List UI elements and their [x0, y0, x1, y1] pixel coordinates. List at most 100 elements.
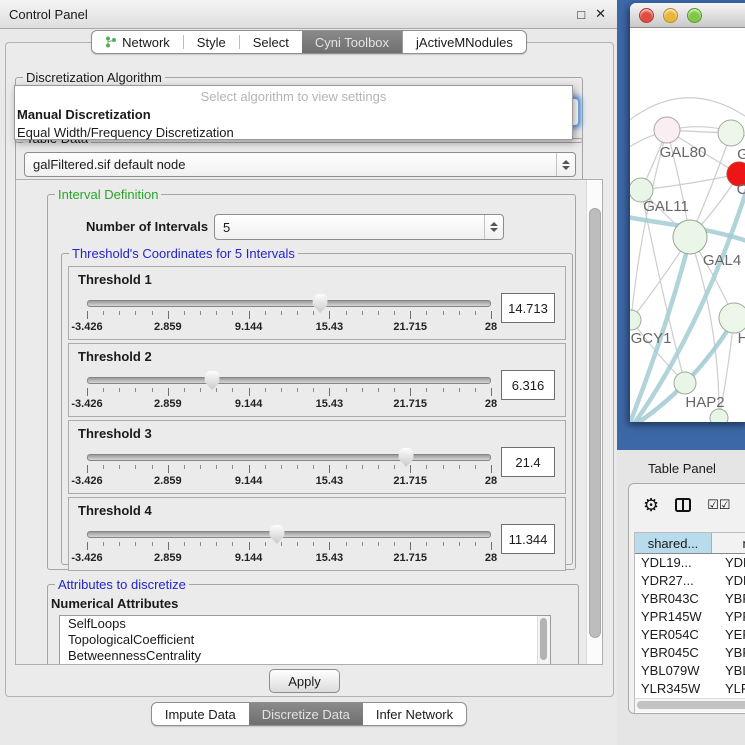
gal4-node[interactable]	[673, 220, 707, 254]
numerical-attributes-list[interactable]: SelfLoopsTopologicalCoefficientBetweenne…	[59, 615, 551, 665]
attributes-group-label: Attributes to discretize	[55, 577, 189, 592]
hap2-node[interactable]	[674, 372, 696, 394]
gcy1-node[interactable]	[630, 310, 641, 330]
threshold-2-slider[interactable]: -3.4262.8599.14415.4321.71528	[87, 368, 491, 412]
table-row[interactable]: YBR045CYBR04	[635, 644, 745, 662]
control-panel-tabbar: Network Style Select Cyni Toolbox jActiv…	[0, 30, 618, 54]
gear-icon[interactable]: ⚙	[643, 496, 659, 514]
threshold-4-panel: Threshold 4 -3.4262.8599.14415.4321.7152…	[68, 497, 566, 571]
slider-track	[87, 377, 491, 384]
minimize-window-icon[interactable]	[663, 8, 678, 23]
threshold-4-value[interactable]: 11.344	[501, 524, 555, 554]
close-panel-icon[interactable]: ✕	[595, 6, 606, 22]
close-window-icon[interactable]	[639, 8, 654, 23]
cyni-bottom-tabbar: Impute Data Discretize Data Infer Networ…	[0, 702, 618, 726]
discretization-algorithm-label: Discretization Algorithm	[23, 70, 165, 85]
node-label: GAL11	[643, 198, 689, 215]
node-table[interactable]: shared... na YDL19...YDL19YDR27...YDR27Y…	[634, 532, 745, 713]
list-item[interactable]: SelfLoops	[60, 616, 550, 632]
tab-jactivemnodules[interactable]: jActiveMNodules	[402, 31, 526, 53]
table-row[interactable]: YDR27...YDR27	[635, 572, 745, 590]
node-label: GAL4	[703, 252, 741, 269]
table-horizontal-scrollbar[interactable]	[635, 698, 745, 712]
threshold-2-label: Threshold 2	[69, 344, 565, 364]
zoom-window-icon[interactable]	[687, 8, 702, 23]
algorithm-dropdown-popup: Select algorithm to view settings Manual…	[14, 85, 573, 140]
slider-ticks	[87, 388, 491, 397]
tab-style[interactable]: Style	[184, 31, 239, 53]
table-row[interactable]: YER054CYER05	[635, 626, 745, 644]
apply-button[interactable]: Apply	[269, 669, 340, 693]
table-data-group: Table Data galFiltered.sif default node	[15, 138, 583, 182]
node-label: C	[737, 181, 745, 198]
h-node[interactable]	[719, 303, 745, 333]
threshold-2-panel: Threshold 2 -3.4262.8599.14415.4321.7152…	[68, 343, 566, 417]
combo-spinner-icon	[556, 153, 575, 176]
table-panel-title: Table Panel	[648, 461, 716, 476]
threshold-1-slider[interactable]: -3.4262.8599.14415.4321.71528	[87, 291, 491, 335]
slider-tick-labels: -3.4262.8599.14415.4321.71528	[87, 475, 491, 488]
cyni-toolbox-panel: Discretization Algorithm Table Data galF…	[5, 42, 614, 697]
table-row[interactable]: YLR345WYLR34	[635, 680, 745, 698]
network-window-titlebar[interactable]	[630, 3, 745, 28]
interval-definition-group: Interval Definition Number of Intervals …	[47, 194, 576, 570]
numerical-attributes-label: Numerical Attributes	[51, 596, 178, 611]
node-label: GA	[737, 146, 745, 163]
column-header-name[interactable]: na	[712, 533, 745, 553]
node-label: H	[738, 330, 745, 347]
slider-tick-labels: -3.4262.8599.14415.4321.71528	[87, 398, 491, 411]
threshold-1-panel: Threshold 1 -3.4262.8599.14415.4321.7152…	[68, 266, 566, 340]
threshold-3-slider[interactable]: -3.4262.8599.14415.4321.71528	[87, 445, 491, 489]
thresholds-group: Threshold's Coordinates for 5 Intervals …	[61, 253, 573, 565]
tab-select[interactable]: Select	[240, 31, 302, 53]
control-panel-title: Control Panel	[9, 7, 88, 22]
slider-ticks	[87, 542, 491, 551]
tab-discretize-data[interactable]: Discretize Data	[249, 703, 363, 725]
column-header-shared-name[interactable]: shared...	[635, 533, 712, 553]
dropdown-option-equal-width[interactable]: Equal Width/Frequency Discretization	[15, 124, 572, 142]
list-scrollbar[interactable]	[537, 616, 550, 665]
dropdown-placeholder: Select algorithm to view settings	[15, 86, 572, 106]
tab-network[interactable]: Network	[92, 31, 183, 53]
gal80-node[interactable]	[654, 117, 680, 143]
table-panel-toolbar: ⚙ ☑☑	[629, 484, 745, 526]
checkbox-icons[interactable]: ☑☑	[707, 497, 730, 513]
node-label: HAP2	[685, 394, 724, 411]
node-label: GAL80	[660, 144, 707, 161]
settings-scrollbar[interactable]	[586, 180, 602, 664]
threshold-4-slider[interactable]: -3.4262.8599.14415.4321.71528	[87, 522, 491, 566]
table-panel-box: ⚙ ☑☑ shared... na YDL19...YDL19YDR27...Y…	[628, 483, 745, 714]
interval-definition-label: Interval Definition	[55, 187, 161, 202]
table-header-row: shared... na	[635, 533, 745, 554]
number-of-intervals-combobox[interactable]: 5	[214, 214, 504, 240]
float-window-icon[interactable]: □	[577, 7, 585, 22]
threshold-3-label: Threshold 3	[69, 421, 565, 441]
slider-track	[87, 454, 491, 461]
node-label: GCY1	[631, 330, 672, 347]
table-row[interactable]: YPR145WYPR14	[635, 608, 745, 626]
top-right-node[interactable]	[718, 120, 744, 146]
table-panel-region: Table Panel ⚙ ☑☑ shared... na YDL19...YD…	[617, 450, 745, 745]
threshold-3-panel: Threshold 3 -3.4262.8599.14415.4321.7152…	[68, 420, 566, 494]
tab-impute-data[interactable]: Impute Data	[152, 703, 249, 725]
split-columns-icon[interactable]	[674, 496, 692, 514]
table-row[interactable]: YBL079WYBL07	[635, 662, 745, 680]
network-icon	[105, 36, 117, 48]
table-row[interactable]: YBR043CYBR04	[635, 590, 745, 608]
table-row[interactable]: YDL19...YDL19	[635, 554, 745, 572]
tab-cyni-toolbox[interactable]: Cyni Toolbox	[302, 31, 402, 53]
tab-infer-network[interactable]: Infer Network	[363, 703, 466, 725]
network-canvas[interactable]: GAL80 GA C GAL11 GAL4 GCY1 H HAP2	[630, 28, 745, 422]
slider-tick-labels: -3.4262.8599.14415.4321.71528	[87, 552, 491, 565]
threshold-1-label: Threshold 1	[69, 267, 565, 287]
dropdown-option-manual[interactable]: Manual Discretization	[15, 106, 572, 124]
threshold-4-label: Threshold 4	[69, 498, 565, 518]
settings-scroll-area: Interval Definition Number of Intervals …	[15, 179, 603, 665]
list-item[interactable]: TopologicalCoefficient	[60, 632, 550, 648]
number-of-intervals-label: Number of Intervals	[86, 219, 208, 234]
list-item[interactable]: BetweennessCentrality	[60, 648, 550, 664]
table-data-combobox[interactable]: galFiltered.sif default node	[24, 152, 576, 177]
threshold-1-value[interactable]: 14.713	[501, 293, 555, 323]
threshold-3-value[interactable]: 21.4	[501, 447, 555, 477]
threshold-2-value[interactable]: 6.316	[501, 370, 555, 400]
